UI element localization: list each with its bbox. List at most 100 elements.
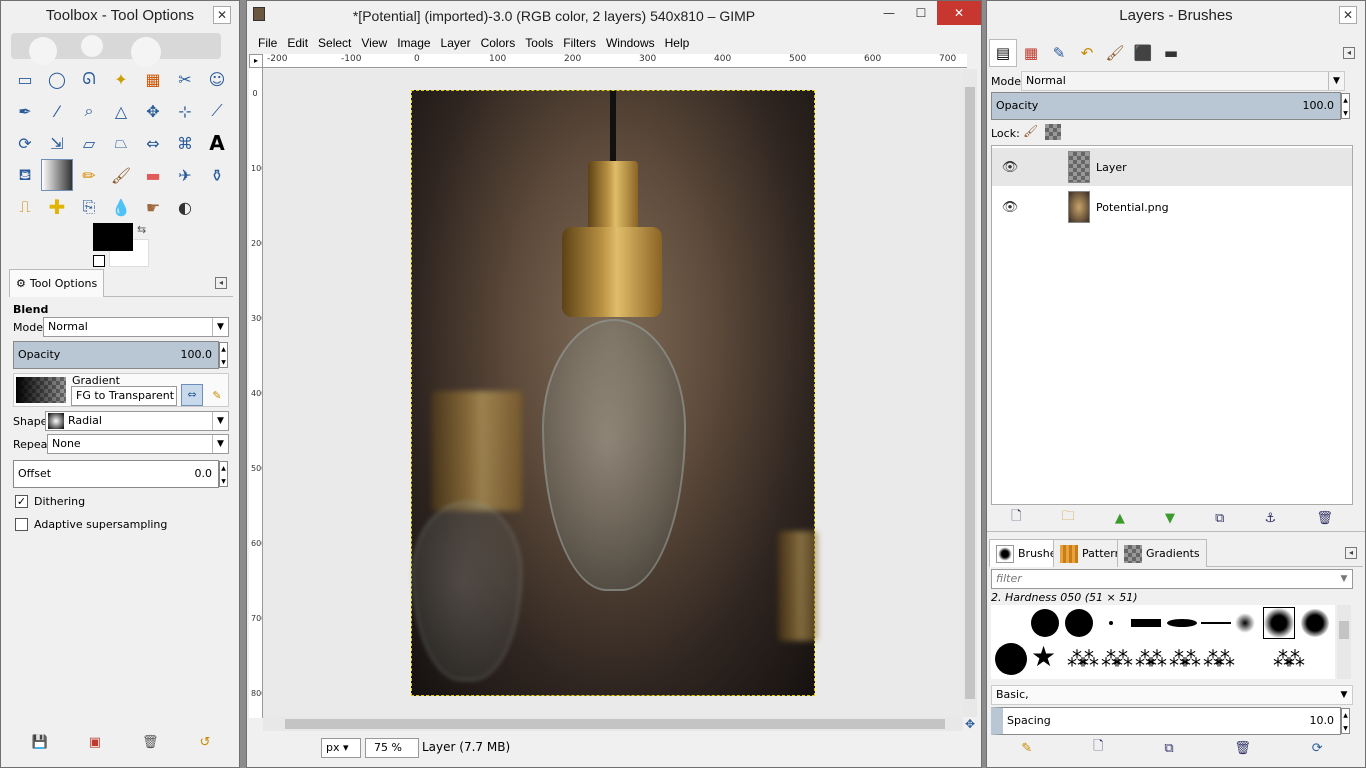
images-tab-icon[interactable]: ▬ <box>1157 39 1185 67</box>
bucket-fill-icon[interactable]: ⛾ <box>9 159 41 191</box>
repeat-select[interactable]: None ▼ <box>47 434 229 454</box>
edit-gradient-icon[interactable]: ✎ <box>207 386 227 406</box>
reverse-gradient-icon[interactable]: ⇔ <box>181 384 203 406</box>
splatter-brush-icon[interactable]: ⁂⁂ <box>1273 647 1305 671</box>
configure-tab-icon[interactable]: ◂ <box>215 277 227 289</box>
brush-swatch[interactable] <box>1167 619 1197 627</box>
move-icon[interactable]: ✥ <box>137 95 169 127</box>
brush-swatch[interactable] <box>1201 622 1231 624</box>
color-picker-icon[interactable]: ⁄ <box>41 95 73 127</box>
brush-swatch[interactable] <box>1131 619 1161 627</box>
layer-mode-select[interactable]: Normal ▼ <box>1021 71 1345 91</box>
foreground-color-swatch[interactable] <box>93 223 133 251</box>
brush-grid[interactable]: ★ ⁂⁂ ⁂⁂ ⁂⁂ ⁂⁂ ⁂⁂ ⁂⁂ <box>991 605 1335 679</box>
offset-spinner[interactable]: Offset 0.0 ▲ ▼ <box>13 460 228 488</box>
clone-icon[interactable]: ⎍ <box>9 191 41 223</box>
brush-swatch[interactable] <box>1031 609 1059 637</box>
scissors-icon[interactable]: ✂ <box>169 63 201 95</box>
free-select-icon[interactable]: ᘏ <box>73 63 105 95</box>
menu-file[interactable]: File <box>253 33 282 53</box>
vertical-scroll-thumb[interactable] <box>965 87 975 699</box>
device-tab-icon[interactable]: ⬛ <box>1129 39 1157 67</box>
opacity-spinner[interactable]: Opacity 100.0 ▲ ▼ <box>13 341 228 369</box>
menu-image[interactable]: Image <box>392 33 435 53</box>
spin-arrows-icon[interactable]: ▲ ▼ <box>1341 93 1350 119</box>
menu-filters[interactable]: Filters <box>558 33 601 53</box>
new-brush-icon[interactable]: 🗋 <box>1093 737 1103 759</box>
lower-layer-icon[interactable]: ▼ <box>1165 511 1175 526</box>
perspective-icon[interactable]: ⏢ <box>105 127 137 159</box>
pencil-icon[interactable]: ✏ <box>73 159 105 191</box>
tab-tool-options[interactable]: ⚙ Tool Options <box>9 269 105 297</box>
new-layer-icon[interactable]: 🗋 <box>1011 507 1021 529</box>
delete-layer-icon[interactable]: 🗑 <box>1316 511 1333 526</box>
menu-view[interactable]: View <box>356 33 392 53</box>
new-layer-group-icon[interactable]: 🗀 <box>1062 507 1075 529</box>
foreground-select-icon[interactable]: ☺ <box>201 63 233 95</box>
horizontal-scroll-thumb[interactable] <box>285 719 945 729</box>
menu-select[interactable]: Select <box>313 33 356 53</box>
swap-colors-icon[interactable]: ⇆ <box>137 223 146 236</box>
paths-tab-icon[interactable]: ✎ <box>1045 39 1073 67</box>
horizontal-scrollbar[interactable] <box>263 717 963 731</box>
quick-mask-corner-icon[interactable]: ▸ <box>249 54 263 68</box>
restore-options-icon[interactable]: ▣ <box>89 735 101 750</box>
text-icon[interactable]: A <box>201 127 233 159</box>
maximize-icon[interactable]: ☐ <box>905 1 937 25</box>
align-icon[interactable]: ⊹ <box>169 95 201 127</box>
scale-icon[interactable]: ⇲ <box>41 127 73 159</box>
star-brush-icon[interactable]: ★ <box>1031 641 1056 673</box>
brush-swatch[interactable] <box>1301 609 1329 637</box>
menu-layer[interactable]: Layer <box>436 33 476 53</box>
airbrush-icon[interactable]: ✈ <box>169 159 201 191</box>
zoom-icon[interactable]: ⌕ <box>73 95 105 127</box>
image-canvas[interactable] <box>411 90 818 696</box>
toolbox-close-button[interactable]: ✕ <box>213 6 231 24</box>
shear-icon[interactable]: ▱ <box>73 127 105 159</box>
fuzzy-select-icon[interactable]: ✦ <box>105 63 137 95</box>
zoom-select[interactable]: 75 % <box>365 738 419 758</box>
layer-opacity-spinner[interactable]: Opacity 100.0 ▲ ▼ <box>991 92 1350 120</box>
brush-grid-scroll-thumb[interactable] <box>1339 621 1349 639</box>
brush-swatch-selected[interactable] <box>1263 607 1295 639</box>
wilber-drop-area[interactable] <box>11 33 221 67</box>
edit-brush-icon[interactable]: ✎ <box>1021 741 1032 756</box>
shape-select[interactable]: Radial ▼ <box>45 411 229 431</box>
duplicate-brush-icon[interactable]: ⧉ <box>1164 741 1173 756</box>
brush-swatch[interactable] <box>1109 621 1113 625</box>
splatter-brush-icon[interactable]: ⁂⁂ <box>1203 647 1235 671</box>
splatter-brush-icon[interactable]: ⁂⁂ <box>1101 647 1133 671</box>
rotate-icon[interactable]: ⟳ <box>9 127 41 159</box>
menu-help[interactable]: Help <box>660 33 695 53</box>
brush-filter-input[interactable]: filter ▼ <box>991 569 1353 589</box>
raise-layer-icon[interactable]: ▲ <box>1115 511 1125 526</box>
measure-icon[interactable]: △ <box>105 95 137 127</box>
vertical-scrollbar[interactable] <box>963 69 977 717</box>
smudge-icon[interactable]: ☛ <box>137 191 169 223</box>
select-by-color-icon[interactable]: ▦ <box>137 63 169 95</box>
default-colors-icon[interactable] <box>93 255 105 267</box>
brush-tab-icon[interactable]: 🖌 <box>1101 39 1129 67</box>
menu-windows[interactable]: Windows <box>601 33 660 53</box>
crop-icon[interactable]: ⟋ <box>201 95 233 127</box>
delete-brush-icon[interactable]: 🗑 <box>1234 741 1251 756</box>
spin-arrows-icon[interactable]: ▲ ▼ <box>1341 708 1350 734</box>
visibility-eye-icon[interactable]: 👁 <box>992 200 1028 215</box>
gradient-name-field[interactable]: FG to Transparent <box>71 386 177 406</box>
refresh-brushes-icon[interactable]: ⟳ <box>1312 741 1323 756</box>
paths-icon[interactable]: ✒ <box>9 95 41 127</box>
layer-row[interactable]: 👁 Potential.png <box>992 188 1352 226</box>
brush-set-select[interactable]: Basic, ▼ <box>991 685 1353 705</box>
splatter-brush-icon[interactable]: ⁂⁂ <box>1135 647 1167 671</box>
paintbrush-icon[interactable]: 🖌 <box>105 159 137 191</box>
perspective-clone-icon[interactable]: ⎘ <box>73 191 105 223</box>
eraser-icon[interactable]: ▬ <box>137 159 169 191</box>
mode-select[interactable]: Normal ▼ <box>43 317 229 337</box>
heal-icon[interactable]: ✚ <box>41 191 73 223</box>
duplicate-layer-icon[interactable]: ⧉ <box>1215 511 1224 526</box>
adaptive-supersampling-checkbox[interactable]: Adaptive supersampling <box>15 518 167 531</box>
configure-tab-icon[interactable]: ◂ <box>1345 547 1357 559</box>
ink-icon[interactable]: ⚱ <box>201 159 233 191</box>
tab-gradients[interactable]: Gradients <box>1117 539 1207 567</box>
spin-arrows-icon[interactable]: ▲ ▼ <box>219 342 228 368</box>
